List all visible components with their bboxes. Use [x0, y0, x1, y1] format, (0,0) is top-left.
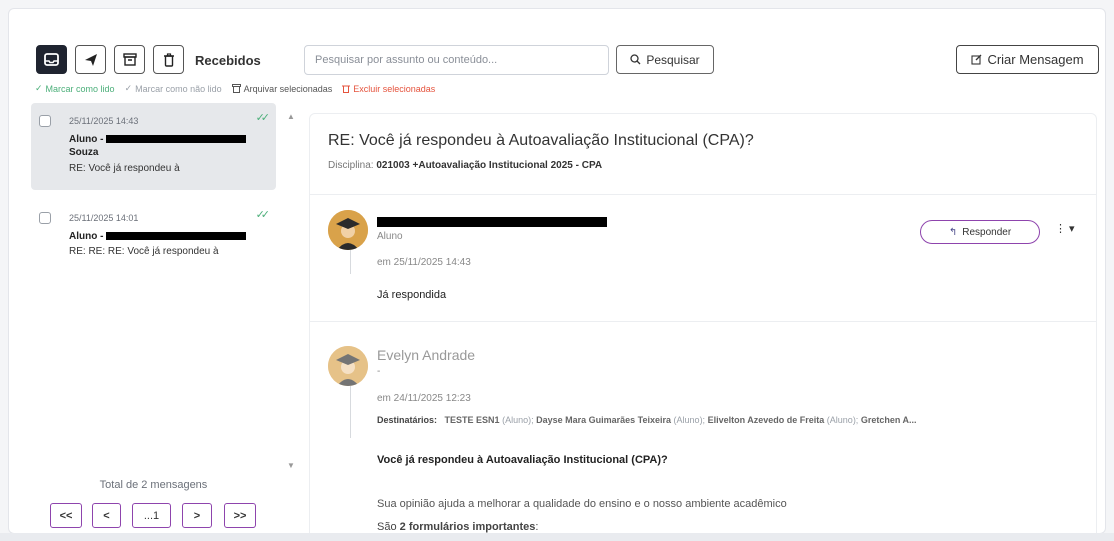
- recipient-role: (Aluno);: [502, 415, 534, 425]
- message-date: em 25/11/2025 14:43: [377, 257, 471, 268]
- message-list-item[interactable]: 25/11/2025 14:43 ✓✓ Aluno - Souza RE: Vo…: [31, 103, 276, 190]
- message-body-line: São 2 formulários importantes:: [377, 521, 538, 533]
- sender-prefix: Aluno -: [69, 231, 104, 242]
- create-message-label: Criar Mensagem: [987, 52, 1084, 67]
- check-icon: ✓: [35, 83, 43, 93]
- search-button[interactable]: Pesquisar: [616, 45, 714, 74]
- trash-icon: [342, 85, 351, 93]
- discipline-value: 021003 +Autoavaliação Institucional 2025…: [376, 160, 603, 171]
- edit-icon: [971, 54, 982, 65]
- recipient-name: TESTE ESN1: [444, 415, 500, 425]
- body-line-suffix: :: [535, 521, 539, 533]
- redacted-sender-name: [377, 217, 607, 228]
- graduate-avatar-icon: [328, 346, 368, 386]
- recipient-name: Elivelton Azevedo de Freita: [707, 415, 825, 425]
- prev-page-button[interactable]: <: [92, 503, 121, 528]
- trash-icon: [163, 52, 174, 67]
- search-input[interactable]: [304, 45, 609, 75]
- message-sender: Aluno - Souza: [69, 133, 259, 159]
- discipline-label: Disciplina:: [328, 160, 374, 171]
- body-line-prefix: São: [377, 521, 400, 533]
- recipient-name: Dayse Mara Guimarães Teixeira: [536, 415, 672, 425]
- message-date: 25/11/2025 14:43: [69, 116, 139, 126]
- sender-avatar: [328, 346, 368, 386]
- sender-suffix: Souza: [69, 147, 99, 158]
- sender-name: Evelyn Andrade: [377, 347, 476, 363]
- sender-prefix: Aluno -: [69, 134, 104, 145]
- message-list: 25/11/2025 14:43 ✓✓ Aluno - Souza RE: Vo…: [31, 103, 276, 448]
- scroll-down-arrow-icon[interactable]: ▼: [287, 461, 295, 470]
- redacted-name: [106, 232, 247, 241]
- sent-folder-button[interactable]: [75, 45, 106, 74]
- message-subject: RE: RE: RE: Você já respondeu à: [69, 246, 219, 257]
- more-options-icon[interactable]: ⋮ ▾: [1055, 222, 1075, 235]
- message-list-item[interactable]: 25/11/2025 14:01 ✓✓ Aluno - RE: RE: RE: …: [31, 200, 276, 287]
- message-body-title: Você já respondeu à Autoavaliação Instit…: [377, 454, 668, 466]
- body-line-bold: 2 formulários importantes: [399, 521, 536, 533]
- trash-folder-button[interactable]: [153, 45, 184, 74]
- archive-icon: [231, 84, 241, 93]
- message-checkbox[interactable]: [39, 212, 51, 224]
- search-icon: [630, 54, 641, 65]
- messages-app: Recebidos Pesquisar Criar Mensagem ✓ Mar…: [8, 8, 1106, 534]
- reply-button[interactable]: ↰ Responder: [920, 220, 1040, 244]
- message-subject-title: RE: Você já respondeu à Autoavaliação In…: [328, 132, 754, 149]
- send-icon: [84, 53, 97, 66]
- message-body: Já respondida: [377, 289, 447, 301]
- mark-read-action[interactable]: ✓ Marcar como lido: [35, 83, 115, 94]
- delete-selected-action[interactable]: Excluir selecionadas: [342, 84, 435, 94]
- last-page-button[interactable]: >>: [224, 503, 256, 528]
- mark-read-label: Marcar como lido: [45, 83, 115, 94]
- sender-role: Aluno: [377, 231, 403, 242]
- mark-unread-action[interactable]: ✓ Marcar como não lido: [125, 83, 222, 94]
- read-check-icon: ✓✓: [255, 112, 271, 124]
- page-number-button[interactable]: ...1: [132, 503, 171, 528]
- message-subject: RE: Você já respondeu à: [69, 163, 180, 174]
- sender-name: [377, 213, 607, 229]
- current-folder-label: Recebidos: [195, 53, 261, 68]
- archive-selected-action[interactable]: Arquivar selecionadas: [231, 83, 333, 94]
- recipient-name: Gretchen A...: [860, 415, 917, 425]
- message-header: RE: Você já respondeu à Autoavaliação In…: [310, 114, 1096, 195]
- message-date: 25/11/2025 14:01: [69, 213, 139, 223]
- message-body-line: Sua opinião ajuda a melhorar a qualidade…: [377, 498, 787, 510]
- message-sender: Aluno -: [69, 230, 259, 243]
- inbox-icon: [44, 53, 59, 66]
- thread-line: [350, 386, 351, 438]
- thread-line: [350, 250, 351, 274]
- window-bottom-bar: [0, 533, 1114, 541]
- recipients-line: Destinatários: TESTE ESN1 (Aluno); Dayse…: [377, 415, 1077, 425]
- first-page-button[interactable]: <<: [50, 503, 82, 528]
- sender-avatar: [328, 210, 368, 250]
- recipient-role: (Aluno);: [673, 415, 706, 425]
- graduate-avatar-icon: [328, 210, 368, 250]
- total-messages: Total de 2 mensagens: [99, 479, 208, 491]
- message-date: em 24/11/2025 12:23: [377, 393, 471, 404]
- inbox-folder-button[interactable]: [36, 45, 67, 74]
- redacted-name: [106, 135, 247, 144]
- recipients-label: Destinatários:: [377, 415, 438, 425]
- read-check-icon: ✓✓: [255, 209, 271, 221]
- next-page-button[interactable]: >: [182, 503, 212, 528]
- message-checkbox[interactable]: [39, 115, 51, 127]
- scroll-up-arrow-icon[interactable]: ▲: [287, 112, 295, 121]
- check-icon: ✓: [124, 83, 133, 93]
- sender-role: -: [377, 366, 381, 377]
- delete-selected-label: Excluir selecionadas: [353, 83, 436, 94]
- reply-icon: ↰: [948, 226, 958, 238]
- bulk-actions: ✓ Marcar como lido ✓ Marcar como não lid…: [35, 83, 435, 94]
- archive-folder-button[interactable]: [114, 45, 145, 74]
- reply-button-label: Responder: [962, 226, 1012, 238]
- mark-unread-label: Marcar como não lido: [135, 83, 222, 94]
- archive-icon: [122, 53, 137, 66]
- archive-selected-label: Arquivar selecionadas: [243, 83, 333, 94]
- message-divider: [310, 321, 1096, 322]
- discipline-line: Disciplina: 021003 +Autoavaliação Instit…: [328, 160, 602, 171]
- create-message-button[interactable]: Criar Mensagem: [956, 45, 1099, 74]
- recipient-role: (Aluno);: [826, 415, 859, 425]
- message-reading-pane: RE: Você já respondeu à Autoavaliação In…: [309, 113, 1097, 533]
- search-button-label: Pesquisar: [646, 52, 700, 67]
